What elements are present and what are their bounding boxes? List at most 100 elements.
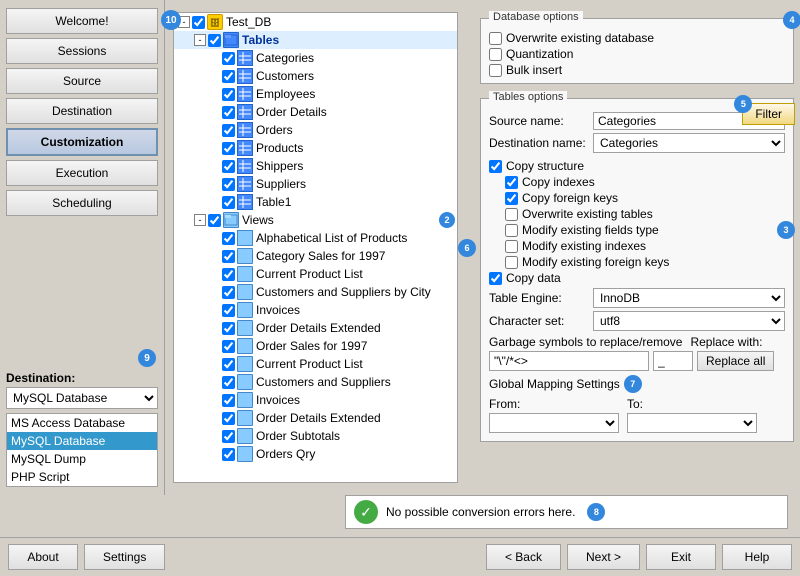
tree-toggle-tables[interactable]: - bbox=[194, 34, 206, 46]
sidebar-btn-sessions[interactable]: Sessions bbox=[6, 38, 158, 64]
dest-item-mysql[interactable]: MySQL Database bbox=[7, 432, 157, 450]
replace-input[interactable] bbox=[653, 351, 693, 371]
tree-cb-customers[interactable] bbox=[222, 70, 235, 83]
copy-indexes-cb[interactable] bbox=[505, 176, 518, 189]
tree-item-suppliers[interactable]: Suppliers bbox=[174, 175, 457, 193]
sidebar-btn-source[interactable]: Source bbox=[6, 68, 158, 94]
tree-item-orderdetails[interactable]: Order Details bbox=[174, 103, 457, 121]
tree-item-orders[interactable]: Orders bbox=[174, 121, 457, 139]
tree-cb-currprod2[interactable] bbox=[222, 358, 235, 371]
tree-view-custandsup[interactable]: Customers and Suppliers by City bbox=[174, 283, 457, 301]
tree-view-subtotals[interactable]: Order Subtotals bbox=[174, 427, 457, 445]
from-section: From: bbox=[489, 397, 619, 433]
sidebar-btn-scheduling[interactable]: Scheduling bbox=[6, 190, 158, 216]
bulk-insert-cb[interactable] bbox=[489, 64, 502, 77]
tree-cb-views[interactable] bbox=[208, 214, 221, 227]
tree-cb-employees[interactable] bbox=[222, 88, 235, 101]
tree-cb-orderext2[interactable] bbox=[222, 412, 235, 425]
copy-structure-cb[interactable] bbox=[489, 160, 502, 173]
tree-view-orderext2[interactable]: Order Details Extended bbox=[174, 409, 457, 427]
table-label: Employees bbox=[256, 87, 315, 101]
tree-root[interactable]: - 🗄 Test_DB bbox=[174, 13, 457, 31]
tree-view-alpha[interactable]: Alphabetical List of Products bbox=[174, 229, 457, 247]
overwrite-tables-cb[interactable] bbox=[505, 208, 518, 221]
tree-cb-ordersales[interactable] bbox=[222, 340, 235, 353]
tree-cb-alpha[interactable] bbox=[222, 232, 235, 245]
from-select[interactable] bbox=[489, 413, 619, 433]
copy-fk-cb[interactable] bbox=[505, 192, 518, 205]
modify-fields-cb[interactable] bbox=[505, 224, 518, 237]
from-label: From: bbox=[489, 397, 619, 411]
tree-view-catsales[interactable]: Category Sales for 1997 bbox=[174, 247, 457, 265]
db-icon: 🗄 bbox=[207, 14, 223, 30]
tree-cb-tables[interactable] bbox=[208, 34, 221, 47]
copy-data-cb[interactable] bbox=[489, 272, 502, 285]
modify-indexes-cb[interactable] bbox=[505, 240, 518, 253]
to-select[interactable] bbox=[627, 413, 757, 433]
copy-data-label: Copy data bbox=[506, 271, 561, 285]
splitter[interactable]: 6 bbox=[466, 0, 474, 495]
sidebar-btn-customization[interactable]: Customization bbox=[6, 128, 158, 156]
charset-select[interactable]: utf8 bbox=[593, 311, 785, 331]
tree-cb-catsales[interactable] bbox=[222, 250, 235, 263]
tree-cb-categories[interactable] bbox=[222, 52, 235, 65]
tree-view-custandsup2[interactable]: Customers and Suppliers bbox=[174, 373, 457, 391]
help-button[interactable]: Help bbox=[722, 544, 792, 570]
tree-item-categories[interactable]: Categories bbox=[174, 49, 457, 67]
tree-cb-shippers[interactable] bbox=[222, 160, 235, 173]
tree-cb-orders[interactable] bbox=[222, 124, 235, 137]
overwrite-db-cb[interactable] bbox=[489, 32, 502, 45]
table-label: Order Details bbox=[256, 105, 327, 119]
tree-item-customers[interactable]: Customers bbox=[174, 67, 457, 85]
garbage-label: Garbage symbols to replace/remove bbox=[489, 335, 682, 349]
tree-cb-currprod[interactable] bbox=[222, 268, 235, 281]
tree-view-ordersqry[interactable]: Orders Qry bbox=[174, 445, 457, 463]
tree-view-currprod[interactable]: Current Product List bbox=[174, 265, 457, 283]
tree-item-employees[interactable]: Employees bbox=[174, 85, 457, 103]
filter-area: 5 Filter bbox=[742, 103, 795, 125]
tree-toggle-views[interactable]: - bbox=[194, 214, 206, 226]
sidebar-btn-execution[interactable]: Execution bbox=[6, 160, 158, 186]
replace-with-label: Replace with: bbox=[690, 335, 762, 349]
sidebar-btn-destination[interactable]: Destination bbox=[6, 98, 158, 124]
exit-button[interactable]: Exit bbox=[646, 544, 716, 570]
tree-cb-orderdetails[interactable] bbox=[222, 106, 235, 119]
sidebar-btn-welcome[interactable]: Welcome! bbox=[6, 8, 158, 34]
tree-view-invoices2[interactable]: Invoices bbox=[174, 391, 457, 409]
tree-view-ordersales[interactable]: Order Sales for 1997 bbox=[174, 337, 457, 355]
tree-cb-table1[interactable] bbox=[222, 196, 235, 209]
about-button[interactable]: About bbox=[8, 544, 78, 570]
tree-view-invoices[interactable]: Invoices bbox=[174, 301, 457, 319]
tree-cb-custandsup[interactable] bbox=[222, 286, 235, 299]
tree-views-folder[interactable]: - Views 2 bbox=[174, 211, 457, 229]
tree-cb-invoices[interactable] bbox=[222, 304, 235, 317]
tree-cb-root[interactable] bbox=[192, 16, 205, 29]
tree-view-currprod2[interactable]: Current Product List bbox=[174, 355, 457, 373]
tree-view-orderext[interactable]: Order Details Extended bbox=[174, 319, 457, 337]
tree-cb-subtotals[interactable] bbox=[222, 430, 235, 443]
tree-item-table1[interactable]: Table1 bbox=[174, 193, 457, 211]
back-button[interactable]: < Back bbox=[486, 544, 561, 570]
db-options-group: Database options 4 Overwrite existing da… bbox=[480, 18, 794, 84]
modify-fk-cb[interactable] bbox=[505, 256, 518, 269]
dest-item-mysqldump[interactable]: MySQL Dump bbox=[7, 450, 157, 468]
replace-all-button[interactable]: Replace all bbox=[697, 351, 774, 371]
garbage-input[interactable] bbox=[489, 351, 649, 371]
dest-item-php[interactable]: PHP Script bbox=[7, 468, 157, 486]
dest-dropdown[interactable]: MySQL Database bbox=[6, 387, 158, 409]
tree-cb-orderext[interactable] bbox=[222, 322, 235, 335]
tree-cb-suppliers[interactable] bbox=[222, 178, 235, 191]
tree-cb-ordersqry[interactable] bbox=[222, 448, 235, 461]
dest-name-select[interactable]: Categories bbox=[593, 133, 785, 153]
tree-cb-invoices2[interactable] bbox=[222, 394, 235, 407]
quantization-cb[interactable] bbox=[489, 48, 502, 61]
tree-cb-products[interactable] bbox=[222, 142, 235, 155]
tree-tables-folder[interactable]: - Tables bbox=[174, 31, 457, 49]
settings-button[interactable]: Settings bbox=[84, 544, 165, 570]
tree-item-products[interactable]: Products bbox=[174, 139, 457, 157]
tree-item-shippers[interactable]: Shippers bbox=[174, 157, 457, 175]
dest-item-msaccess[interactable]: MS Access Database bbox=[7, 414, 157, 432]
tree-cb-custandsup2[interactable] bbox=[222, 376, 235, 389]
next-button[interactable]: Next > bbox=[567, 544, 640, 570]
table-engine-select[interactable]: InnoDB bbox=[593, 288, 785, 308]
